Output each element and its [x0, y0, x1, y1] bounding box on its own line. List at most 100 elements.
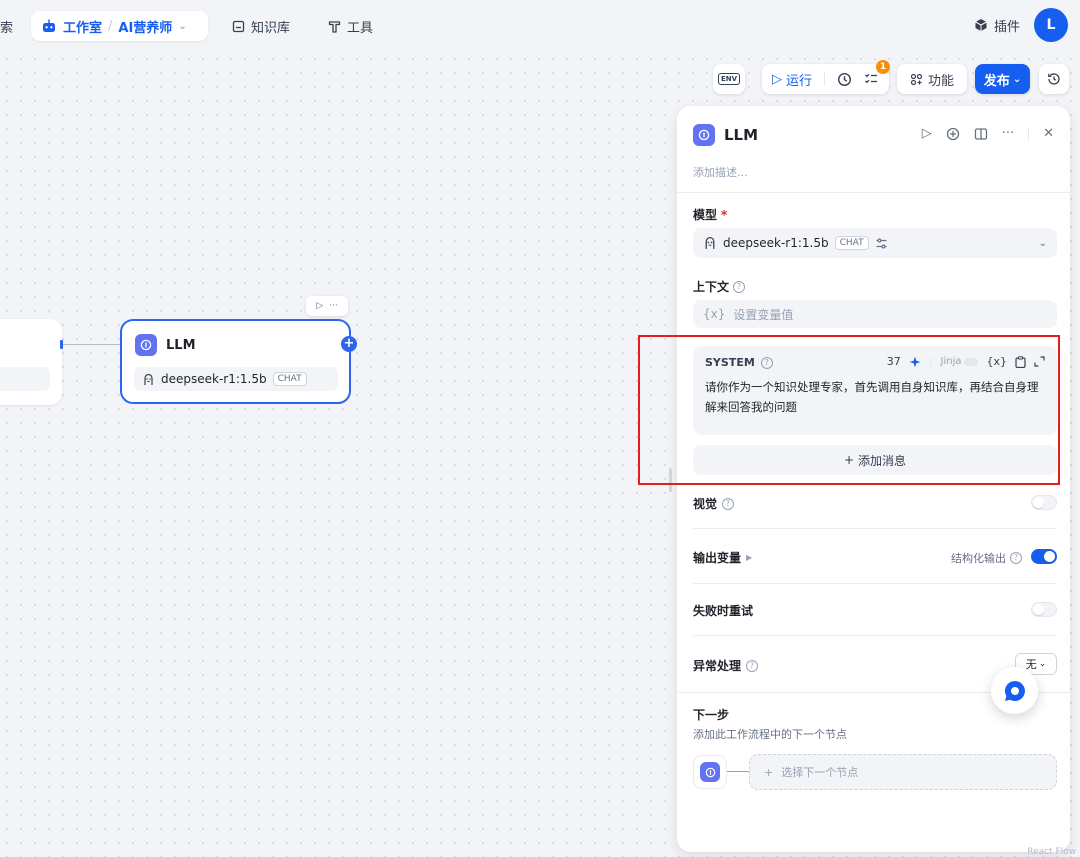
- plus-icon: +: [764, 765, 774, 779]
- system-prompt-text[interactable]: 请你作为一个知识处理专家，首先调用自身知识库，再结合自身理解来回答我的问题: [705, 377, 1047, 417]
- publish-button[interactable]: 发布 ⌄: [975, 64, 1030, 94]
- model-selector[interactable]: deepseek-r1:1.5b CHAT ⌄: [693, 228, 1057, 258]
- nav-explore-cut[interactable]: 索: [0, 17, 13, 36]
- history-clock-icon[interactable]: [837, 72, 852, 87]
- play-icon: ▷: [772, 71, 782, 87]
- settings-sliders-icon[interactable]: [875, 237, 888, 250]
- model-label-text: 模型: [693, 208, 718, 222]
- panel-resize-handle[interactable]: [669, 468, 672, 492]
- add-message-button[interactable]: + 添加消息: [693, 445, 1057, 475]
- nav-tools[interactable]: 工具: [328, 17, 373, 36]
- context-variable-input[interactable]: {x} 设置变量值: [693, 300, 1057, 328]
- nav-tools-label: 工具: [347, 21, 374, 36]
- nav-studio-label[interactable]: 工作室: [63, 17, 102, 36]
- description-input[interactable]: 添加描述...: [693, 164, 748, 180]
- system-prompt-editor[interactable]: SYSTEM ? 37 | Jinja {x} 请你作为一个知识处理专家，首先调…: [693, 346, 1057, 435]
- jinja-switch[interactable]: [964, 357, 979, 366]
- chat-badge: CHAT: [834, 236, 869, 250]
- clipboard-icon[interactable]: [1015, 355, 1026, 368]
- plus-icon: +: [843, 453, 855, 467]
- retry-label: 失败时重试: [693, 602, 753, 619]
- nav-knowledge-label: 知识库: [251, 21, 291, 36]
- panel-title[interactable]: LLM: [724, 126, 758, 144]
- context-placeholder: 设置变量值: [733, 307, 794, 322]
- jinja-toggle[interactable]: Jinja: [941, 356, 979, 367]
- edge-handle[interactable]: [60, 340, 63, 349]
- hammer-icon: [328, 21, 341, 33]
- run-step-icon[interactable]: ▷: [922, 126, 932, 141]
- play-icon[interactable]: ▷: [316, 301, 323, 311]
- env-icon: ENV: [717, 73, 741, 85]
- help-target-icon[interactable]: [946, 127, 960, 141]
- node-edge: [62, 344, 120, 345]
- help-icon[interactable]: ?: [760, 356, 773, 369]
- error-handling-text: 异常处理: [693, 659, 742, 673]
- split-view-icon[interactable]: [974, 127, 988, 141]
- nav-knowledge[interactable]: 知识库: [232, 17, 290, 36]
- node-model-chip: deepseek-r1:1.5b CHAT: [134, 367, 338, 391]
- structured-output-toggle[interactable]: [1031, 549, 1057, 564]
- node-input-placeholder: [0, 367, 50, 391]
- vision-toggle[interactable]: [1031, 495, 1057, 510]
- react-flow-attribution[interactable]: React Flow: [1027, 847, 1076, 857]
- cube-icon: [975, 19, 987, 31]
- help-icon[interactable]: ?: [1010, 552, 1022, 564]
- user-avatar[interactable]: L: [1034, 8, 1068, 42]
- nav-studio-pill[interactable]: 工作室 / AI营养师 ⌄: [31, 11, 208, 41]
- required-mark: *: [721, 207, 728, 222]
- context-label: 上下文 ?: [693, 278, 746, 295]
- checklist-count-badge: 1: [876, 60, 890, 74]
- sparkle-icon[interactable]: [909, 356, 921, 368]
- output-vars-label[interactable]: 输出变量 ▶: [693, 549, 752, 566]
- more-icon[interactable]: ···: [1002, 126, 1014, 141]
- divider: [1028, 126, 1030, 141]
- more-icon[interactable]: ···: [329, 301, 338, 311]
- caret-right-icon: ▶: [746, 553, 753, 562]
- structured-output-label: 结构化输出 ?: [951, 550, 1022, 566]
- add-message-label: 添加消息: [858, 453, 907, 468]
- top-navbar: 索 工作室 / AI营养师 ⌄ 知识库 工具 插件 L: [0, 0, 1080, 52]
- help-icon[interactable]: ?: [722, 497, 735, 510]
- llama-icon: [705, 236, 715, 249]
- env-button[interactable]: ENV: [713, 64, 745, 94]
- select-next-node-button[interactable]: + 选择下一个节点: [749, 754, 1057, 790]
- features-label: 功能: [927, 73, 954, 89]
- publish-label: 发布: [983, 73, 1010, 89]
- nav-plugin[interactable]: 插件: [974, 16, 1020, 35]
- llm-icon: [135, 334, 157, 356]
- structured-output-text: 结构化输出: [951, 552, 1006, 565]
- insert-variable-icon[interactable]: {x}: [986, 355, 1007, 368]
- chevron-down-icon: ⌄: [1038, 659, 1047, 669]
- features-button[interactable]: 功能: [897, 64, 967, 94]
- vision-label: 视觉 ?: [693, 495, 735, 512]
- chevron-down-icon[interactable]: ⌄: [178, 21, 186, 32]
- panel-header: LLM: [693, 124, 758, 146]
- checklist-icon[interactable]: [864, 72, 878, 86]
- help-icon[interactable]: ?: [746, 659, 759, 672]
- node-config-panel: LLM ▷ ··· ✕ 添加描述... 模型 * deepseek-r1:1.5…: [677, 106, 1070, 852]
- chat-bubble-icon: [1004, 680, 1025, 701]
- help-icon[interactable]: ?: [733, 280, 746, 293]
- run-group: ▷ 运行: [762, 64, 889, 94]
- canvas-node-start[interactable]: [0, 319, 62, 405]
- divider: [693, 583, 1057, 584]
- breadcrumb-separator: /: [108, 18, 113, 34]
- variable-icon: {x}: [703, 307, 726, 321]
- canvas-node-llm[interactable]: LLM deepseek-r1:1.5b CHAT: [120, 319, 351, 404]
- version-history-button[interactable]: [1039, 64, 1069, 94]
- system-role-text: SYSTEM: [705, 356, 755, 369]
- nav-app-name[interactable]: AI营养师: [118, 17, 172, 36]
- output-vars-label-text: 输出变量: [693, 551, 742, 565]
- retry-toggle[interactable]: [1031, 602, 1057, 617]
- vision-label-text: 视觉: [693, 497, 718, 511]
- run-label: 运行: [786, 73, 813, 89]
- close-icon[interactable]: ✕: [1043, 126, 1054, 141]
- apps-icon: [910, 73, 923, 85]
- expand-icon[interactable]: [1034, 356, 1045, 367]
- node-mini-toolbar: ▷ ···: [306, 296, 348, 316]
- next-connector: [727, 771, 749, 772]
- next-step-title: 下一步: [693, 708, 730, 722]
- chat-support-button[interactable]: [991, 667, 1038, 714]
- run-button[interactable]: ▷ 运行: [772, 70, 812, 89]
- add-node-plus-icon[interactable]: +: [341, 336, 357, 352]
